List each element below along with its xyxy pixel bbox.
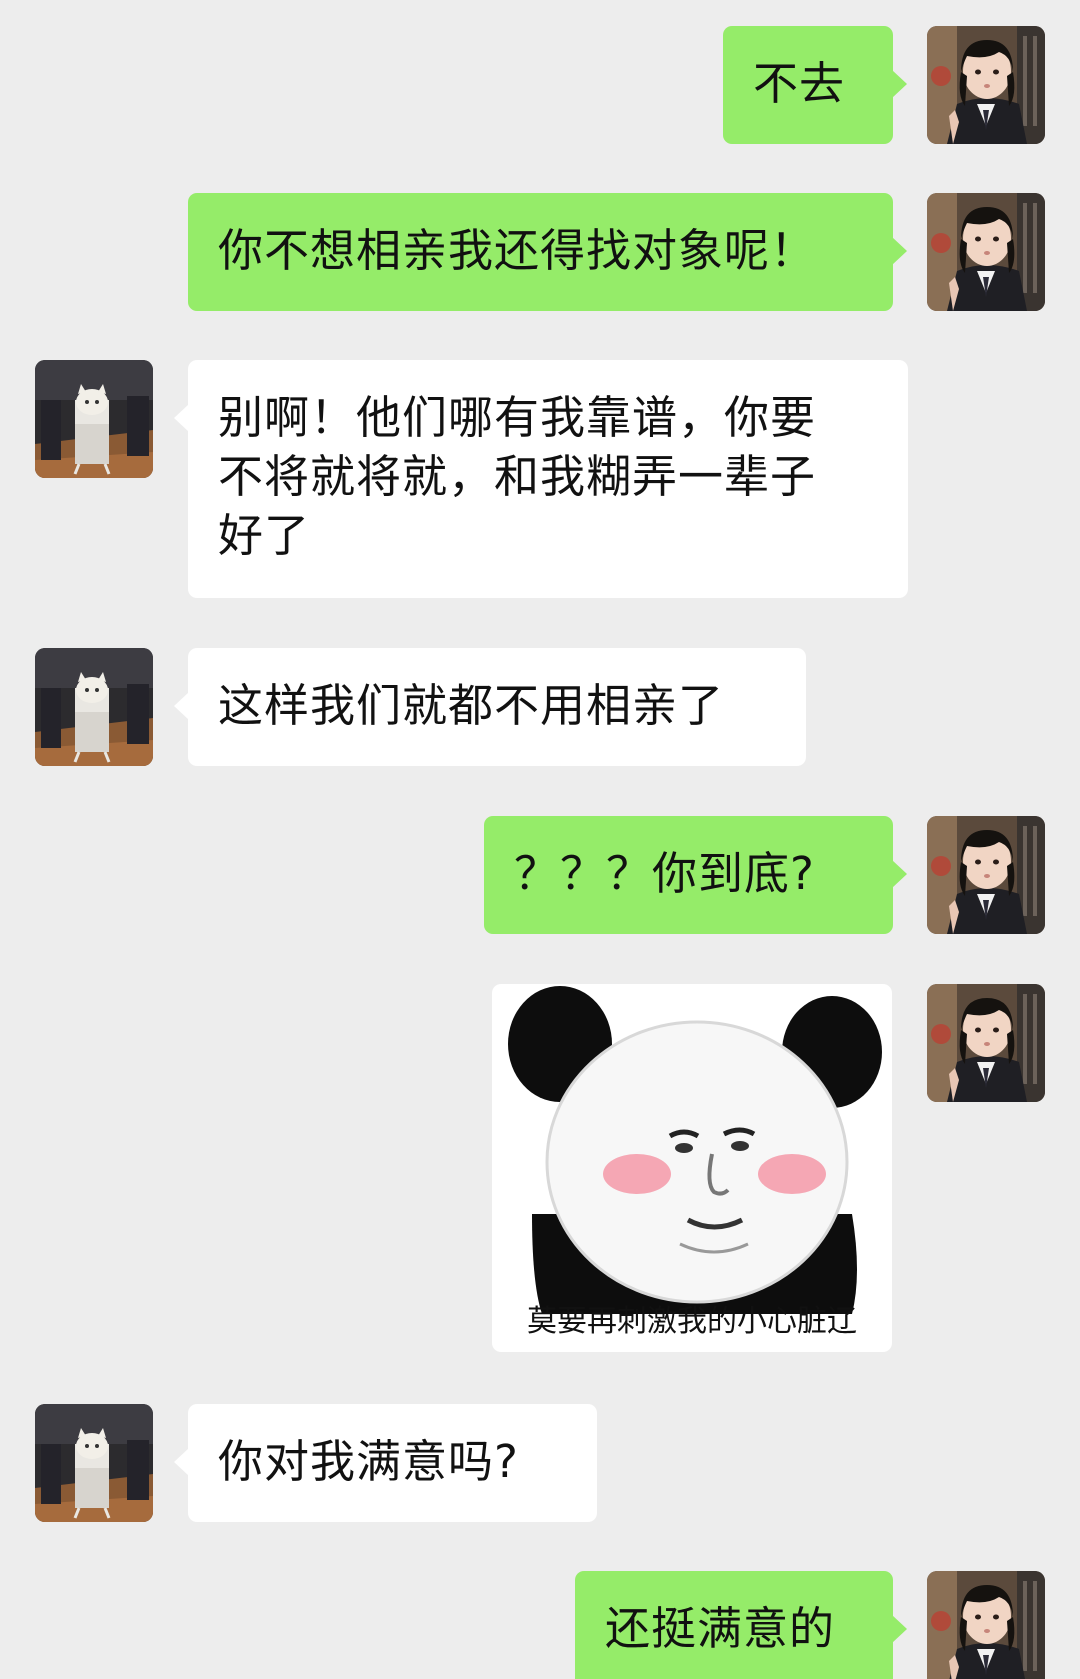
cat-photo-avatar-icon	[35, 360, 153, 478]
contact-avatar[interactable]	[35, 360, 153, 478]
cat-photo-avatar-icon	[35, 1404, 153, 1522]
contact-avatar[interactable]	[35, 648, 153, 766]
sticker-caption: 莫要再刺激我的小心脏辽	[527, 1304, 857, 1339]
message-bubble-received[interactable]: 这样我们就都不用相亲了	[174, 648, 806, 766]
message-bubble-received[interactable]: 别啊！他们哪有我靠谱，你要 不将就将就，和我糊弄一辈子 好了	[174, 360, 908, 598]
girl-photo-avatar-icon	[927, 1571, 1045, 1679]
message-bubble-sent[interactable]: 你不想相亲我还得找对象呢！	[188, 193, 907, 311]
cat-photo-avatar-icon	[35, 648, 153, 766]
message-bubble-received[interactable]: 你对我满意吗?	[174, 1404, 597, 1522]
my-avatar[interactable]	[927, 984, 1045, 1102]
message-bubble-sent[interactable]: ？？？你到底?	[484, 816, 907, 934]
message-bubble-sent[interactable]: 还挺满意的	[575, 1571, 907, 1679]
contact-avatar[interactable]	[35, 1404, 153, 1522]
my-avatar[interactable]	[927, 816, 1045, 934]
panda-meme-sticker-icon	[508, 986, 882, 1314]
girl-photo-avatar-icon	[927, 193, 1045, 311]
message-bubble-sent[interactable]: 不去	[723, 26, 907, 144]
girl-photo-avatar-icon	[927, 816, 1045, 934]
chat-conversation: 不去 你不想相亲我还得找对象呢！ 别啊！他们哪有我靠谱，你要 不将就将就，和我糊…	[0, 0, 1080, 1679]
sticker-message[interactable]: 莫要再刺激我的小心脏辽	[492, 984, 892, 1352]
girl-photo-avatar-icon	[927, 26, 1045, 144]
my-avatar[interactable]	[927, 193, 1045, 311]
my-avatar[interactable]	[927, 1571, 1045, 1679]
girl-photo-avatar-icon	[927, 984, 1045, 1102]
my-avatar[interactable]	[927, 26, 1045, 144]
